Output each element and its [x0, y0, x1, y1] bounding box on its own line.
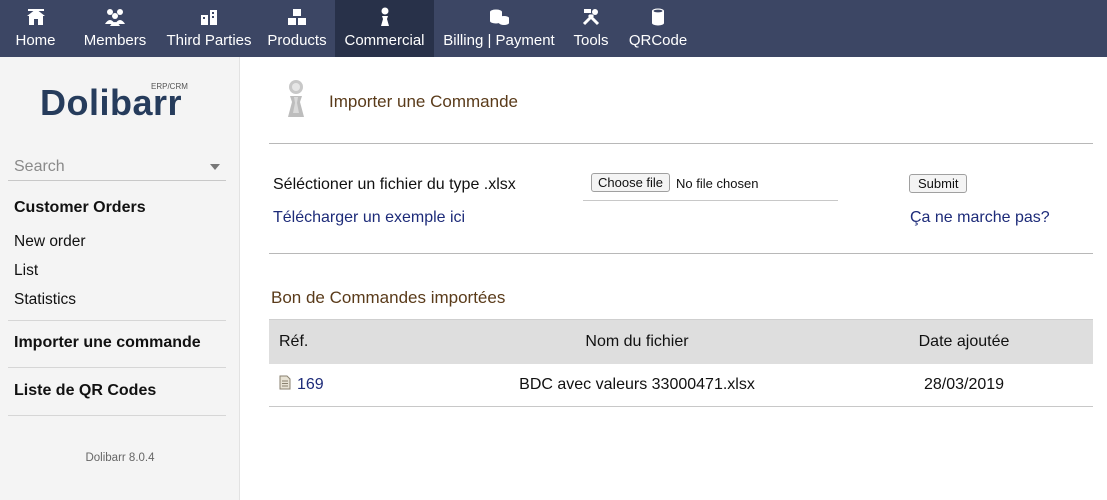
nav-commercial-label: Commercial	[344, 32, 425, 49]
cell-ref: 169	[269, 375, 439, 395]
order-ref-link[interactable]: 169	[297, 376, 324, 394]
main-content: Importer une Commande Séléctioner un fic…	[241, 57, 1107, 500]
header-filename[interactable]: Nom du fichier	[439, 333, 835, 351]
nav-billing-payment[interactable]: Billing | Payment	[434, 0, 564, 57]
members-icon	[104, 6, 126, 28]
submit-button[interactable]: Submit	[909, 174, 968, 193]
commercial-icon	[378, 6, 392, 28]
chevron-down-icon	[210, 163, 220, 170]
no-file-text: No file chosen	[676, 176, 759, 191]
version-label: Dolibarr 8.0.4	[85, 452, 155, 464]
sidebar-divider	[8, 320, 226, 321]
nav-tools-label: Tools	[573, 32, 609, 49]
top-navigation: Home Members Third Parties Products Comm…	[0, 0, 1107, 57]
divider	[269, 143, 1093, 144]
nav-home[interactable]: Home	[0, 0, 71, 57]
qrcode-icon	[651, 6, 665, 28]
menu-link-wrap-new-order: New order	[8, 233, 226, 251]
nav-products-label: Products	[267, 32, 327, 49]
customer-orders-section: Customer Orders	[8, 199, 226, 217]
nav-third-parties[interactable]: Third Parties	[159, 0, 259, 57]
import-section: Importer une commande	[8, 334, 226, 352]
qr-codes-link[interactable]: Liste de QR Codes	[8, 382, 226, 400]
menu-link-wrap-list: List	[8, 262, 226, 280]
billing-icon	[488, 6, 510, 28]
sidebar-divider	[8, 367, 226, 368]
logo-subtitle: ERP/CRM	[151, 82, 188, 91]
nav-qrcode[interactable]: QRCode	[618, 0, 698, 57]
nav-members[interactable]: Members	[71, 0, 159, 57]
qr-section: Liste de QR Codes	[8, 382, 226, 400]
table-header: Réf. Nom du fichier Date ajoutée	[269, 319, 1093, 364]
imported-orders-table: Réf. Nom du fichier Date ajoutée 169 BDC…	[269, 319, 1093, 407]
header-ref[interactable]: Réf.	[269, 333, 439, 351]
left-sidebar: Dolibarr ERP/CRM Search Customer Orders …	[0, 57, 240, 500]
file-input[interactable]: Choose file No file chosen	[583, 173, 838, 201]
cell-date: 28/03/2019	[923, 376, 1005, 393]
list-link[interactable]: List	[8, 262, 226, 280]
choose-file-button[interactable]: Choose file	[591, 173, 671, 192]
customer-orders-title[interactable]: Customer Orders	[8, 199, 226, 217]
nav-products[interactable]: Products	[259, 0, 335, 57]
search-dropdown[interactable]: Search	[8, 153, 226, 181]
search-placeholder: Search	[14, 157, 65, 175]
nav-members-label: Members	[83, 32, 147, 49]
help-link[interactable]: Ça ne marche pas?	[910, 209, 1050, 227]
nav-tools[interactable]: Tools	[564, 0, 618, 57]
products-icon	[287, 6, 307, 28]
nav-third-parties-label: Third Parties	[166, 32, 252, 49]
page-title: Importer une Commande	[329, 92, 518, 111]
nav-commercial[interactable]: Commercial	[335, 0, 434, 57]
header-date[interactable]: Date ajoutée	[835, 333, 1093, 351]
new-order-link[interactable]: New order	[8, 233, 226, 251]
home-icon	[26, 6, 46, 28]
document-icon	[279, 375, 291, 395]
nav-billing-label: Billing | Payment	[443, 32, 555, 49]
tools-icon	[581, 6, 601, 28]
file-select-label: Séléctioner un fichier du type .xlsx	[273, 176, 516, 193]
dolibarr-logo[interactable]: Dolibarr ERP/CRM	[40, 82, 200, 132]
import-order-link[interactable]: Importer une commande	[8, 334, 226, 352]
imported-orders-title: Bon de Commandes importées	[271, 288, 506, 307]
table-row: 169 BDC avec valeurs 33000471.xlsx 28/03…	[269, 364, 1093, 407]
download-example-link[interactable]: Télécharger un exemple ici	[273, 209, 465, 227]
nav-qrcode-label: QRCode	[628, 32, 688, 49]
menu-link-wrap-statistics: Statistics	[8, 291, 226, 309]
third-parties-icon	[199, 6, 219, 28]
divider	[269, 253, 1093, 254]
commercial-icon	[283, 79, 309, 119]
nav-home-label: Home	[15, 32, 56, 49]
sidebar-divider	[8, 415, 226, 416]
statistics-link[interactable]: Statistics	[8, 291, 226, 309]
cell-filename: BDC avec valeurs 33000471.xlsx	[519, 376, 755, 393]
